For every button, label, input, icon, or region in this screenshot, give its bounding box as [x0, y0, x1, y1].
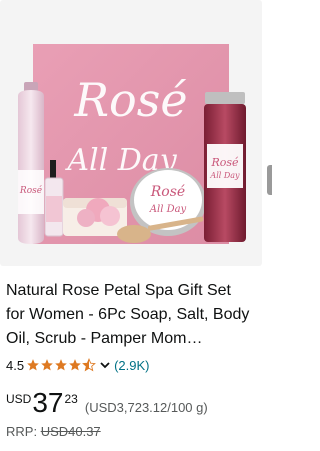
rrp-value: USD40.37 [40, 424, 101, 439]
chevron-down-icon[interactable] [99, 359, 111, 371]
rating-row[interactable]: 4.5 (2.9K) [6, 356, 149, 374]
svg-text:Rosé: Rosé [210, 156, 239, 169]
unit-price: (USD3,723.12/100 g) [84, 400, 208, 415]
rating-count-link[interactable]: (2.9K) [114, 358, 149, 373]
rrp-label: RRP: [6, 424, 38, 439]
rating-value: 4.5 [6, 357, 25, 373]
star-half-icon [82, 358, 96, 372]
price-whole: 37 [32, 387, 64, 418]
rating-stars[interactable] [26, 358, 96, 372]
svg-text:Rosé: Rosé [19, 185, 43, 196]
star-icon [69, 359, 81, 371]
price[interactable]: USD 37 23 (USD3,723.12/100 g) [6, 388, 208, 418]
star-icon [55, 359, 67, 371]
price-currency: USD [6, 392, 32, 406]
product-card[interactable]: Rosé All Day Rosé Rosé All Day Rosé All … [0, 0, 272, 451]
rrp-price: RRP: USD40.37 [6, 424, 101, 439]
svg-text:All Day: All Day [209, 171, 240, 180]
price-fraction: 23 [64, 392, 78, 406]
star-icon [41, 359, 53, 371]
svg-text:All Day: All Day [149, 204, 187, 215]
box-script-text: Rosé [73, 73, 187, 127]
svg-text:Rosé: Rosé [150, 184, 185, 200]
product-title-link[interactable]: Natural Rose Petal Spa Gift Set for Wome… [6, 279, 250, 351]
product-image[interactable]: Rosé All Day Rosé Rosé All Day Rosé All … [0, 0, 262, 266]
scroll-handle[interactable] [267, 165, 272, 195]
product-photo: Rosé All Day Rosé Rosé All Day Rosé All … [18, 44, 246, 244]
star-icon [27, 359, 39, 371]
